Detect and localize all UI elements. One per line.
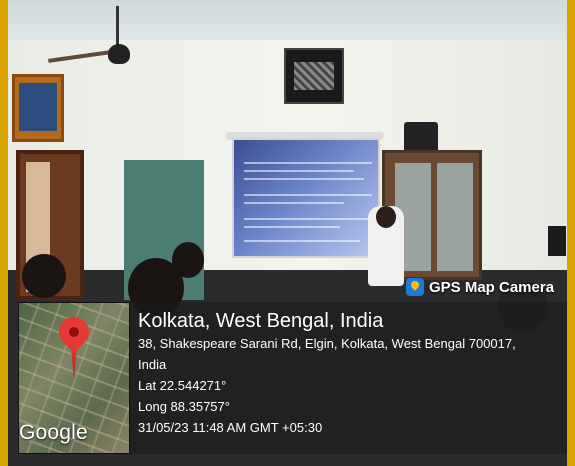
longitude: Long 88.35757° — [138, 399, 230, 414]
timestamp: 31/05/23 11:48 AM GMT +05:30 — [138, 420, 323, 435]
notice-board — [12, 74, 64, 142]
map-thumbnail: Google — [18, 302, 130, 454]
location-pin-dot — [69, 327, 79, 337]
slide-text-line — [244, 218, 368, 220]
notice-board-paper — [19, 83, 57, 131]
wall-poster — [284, 48, 344, 104]
location-title: Kolkata, West Bengal, India — [138, 310, 384, 332]
wall-speaker-icon — [548, 226, 566, 256]
gps-badge-label: GPS Map Camera — [429, 278, 555, 296]
presenter-head — [376, 206, 396, 228]
ceiling-fan-rod — [116, 6, 119, 46]
gps-map-camera-badge: GPS Map Camera — [406, 276, 554, 298]
audience-head — [22, 254, 66, 298]
google-logo: Google — [19, 421, 88, 444]
photo-frame: GPS Map Camera Google Kolkata, West Beng… — [0, 0, 575, 466]
slide-text-line — [244, 194, 372, 196]
slide-text-line — [244, 170, 354, 172]
audience-head — [172, 242, 204, 278]
latitude: Lat 22.544271° — [138, 378, 227, 393]
slide-text-line — [244, 202, 344, 204]
slide-text-line — [244, 240, 360, 242]
poster-image — [294, 62, 334, 90]
ceiling — [8, 0, 567, 40]
slide-text-line — [244, 162, 372, 164]
location-info-panel: Kolkata, West Bengal, India 38, Shakespe… — [130, 302, 567, 454]
address-line-2: India — [138, 357, 167, 372]
classroom-photo: GPS Map Camera Google Kolkata, West Beng… — [8, 0, 567, 466]
slide-text-line — [244, 226, 340, 228]
projector-screen — [232, 138, 380, 258]
gps-map-camera-icon — [406, 278, 424, 296]
ceiling-fan-icon — [108, 44, 130, 64]
address-line-1: 38, Shakespeare Sarani Rd, Elgin, Kolkat… — [138, 336, 516, 351]
location-pin-tip — [71, 347, 77, 379]
slide-text-line — [244, 178, 364, 180]
cabinet-glass-right — [437, 163, 473, 271]
